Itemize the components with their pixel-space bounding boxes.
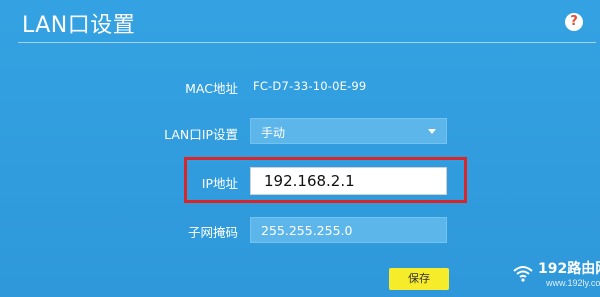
lan-ip-setting-select[interactable]: 手动 (250, 118, 447, 144)
title-divider (18, 42, 596, 43)
mac-address-value: FC-D7-33-10-0E-99 (253, 79, 367, 93)
ip-address-label: IP地址 (201, 176, 238, 191)
watermark-brand: 192路由网 (538, 261, 600, 277)
ip-address-input[interactable]: 192.168.2.1 (250, 167, 447, 195)
mac-address-label: MAC地址 (185, 81, 238, 96)
subnet-mask-label: 子网掩码 (187, 225, 238, 240)
subnet-mask-input[interactable]: 255.255.255.0 (250, 217, 447, 243)
page-title: LAN口设置 (22, 13, 136, 38)
lan-ip-setting-label: LAN口IP设置 (164, 127, 238, 142)
lan-ip-setting-selected-value: 手动 (261, 126, 286, 140)
wifi-icon (513, 266, 533, 282)
watermark-url: www.192ly.com (546, 278, 600, 288)
help-icon[interactable]: ? (565, 13, 583, 31)
lan-settings-page: LAN口设置 ? MAC地址 FC-D7-33-10-0E-99 LAN口IP设… (0, 0, 600, 297)
chevron-down-icon[interactable] (428, 129, 436, 134)
site-watermark: 192路由网 www.192ly.com (512, 256, 600, 294)
save-button[interactable]: 保存 (389, 268, 449, 290)
